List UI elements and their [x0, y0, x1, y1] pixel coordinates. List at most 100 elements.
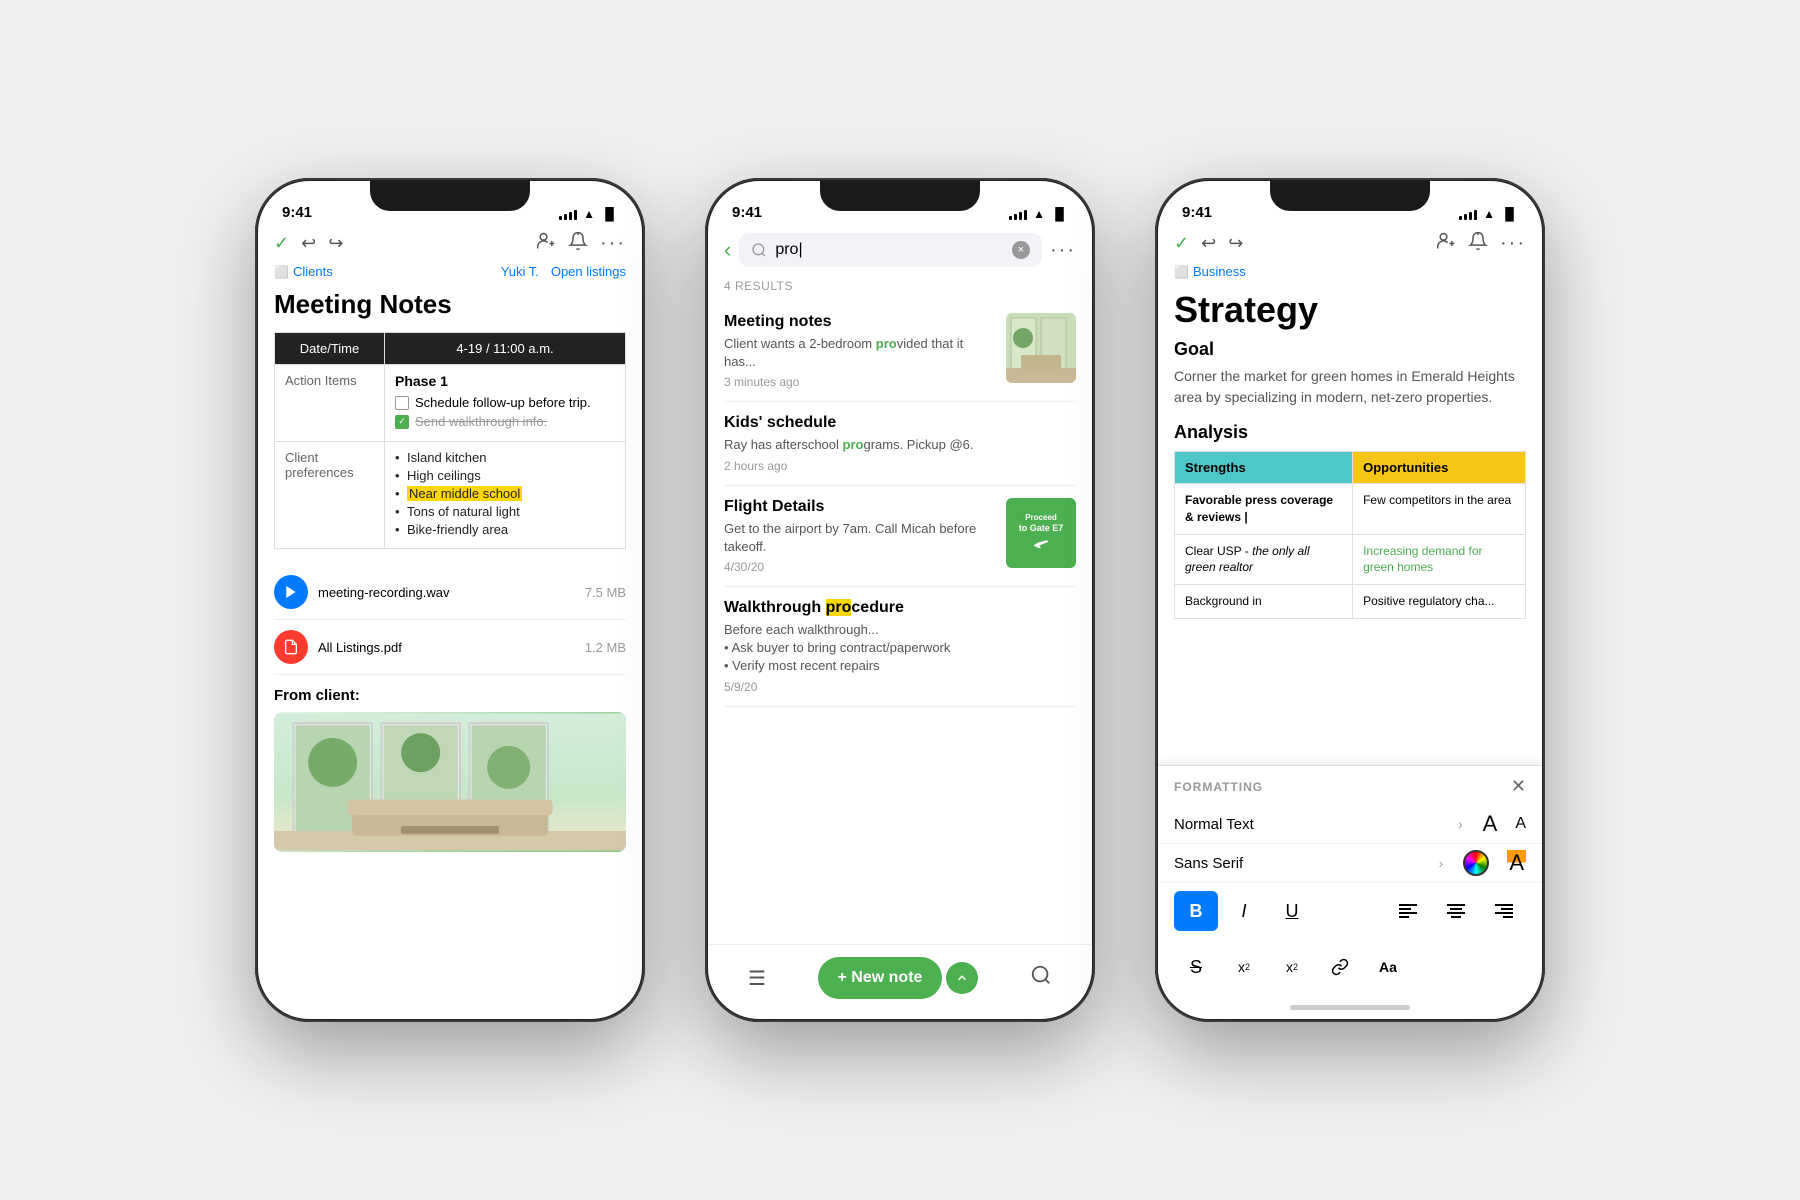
signal-bars-2 — [1009, 208, 1027, 220]
format-normal-text-label[interactable]: Normal Text — [1174, 816, 1448, 833]
audio-icon — [274, 575, 308, 609]
checklist-item-1: Schedule follow-up before trip. — [395, 395, 615, 410]
search-more-icon[interactable]: ··· — [1050, 239, 1076, 262]
search-input[interactable]: pro| — [775, 241, 1004, 259]
add-bell-icon-3[interactable] — [1468, 231, 1488, 256]
note-title: Meeting Notes — [274, 289, 626, 320]
add-person-icon-3[interactable] — [1436, 231, 1456, 256]
search-clear-button[interactable]: × — [1012, 241, 1030, 259]
breadcrumb-label-3[interactable]: Business — [1193, 264, 1246, 279]
pref-item-2: High ceilings — [395, 468, 615, 483]
back-button[interactable]: ‹ — [724, 237, 731, 263]
more-options-icon-3[interactable]: ··· — [1500, 232, 1526, 255]
chevron-button[interactable] — [946, 962, 978, 994]
align-left-button[interactable] — [1386, 891, 1430, 931]
client-image — [274, 712, 626, 852]
underline-button[interactable]: U — [1270, 891, 1314, 931]
signal-bar — [569, 212, 572, 220]
format-icon-a-small[interactable]: A — [1515, 815, 1526, 833]
formatting-close-button[interactable]: ✕ — [1511, 776, 1526, 797]
new-note-button[interactable]: + New note — [818, 957, 943, 999]
phase-label: Phase 1 — [395, 373, 615, 389]
format-sans-serif-label[interactable]: Sans Serif — [1174, 855, 1429, 872]
search-input-wrapper[interactable]: pro| × — [739, 233, 1042, 267]
result-item-4[interactable]: Walkthrough procedure Before each walkth… — [724, 587, 1076, 707]
italic-button[interactable]: I — [1222, 891, 1266, 931]
checkbox-2[interactable] — [395, 415, 409, 429]
breadcrumb-label-1[interactable]: Clients — [293, 264, 333, 279]
pref-item-1: Island kitchen — [395, 450, 615, 465]
audio-filename: meeting-recording.wav — [318, 585, 575, 600]
add-bell-icon[interactable] — [568, 231, 588, 256]
checklist-item-2: Send walkthrough info. — [395, 414, 615, 429]
action-items-content: Phase 1 Schedule follow-up before trip. … — [385, 365, 626, 442]
result-item-2[interactable]: Kids' schedule Ray has afterschool progr… — [724, 402, 1076, 485]
swot-cell-o3: Positive regulatory cha... — [1353, 585, 1526, 619]
strategy-title: Strategy — [1174, 289, 1526, 331]
attachment-pdf[interactable]: All Listings.pdf 1.2 MB — [274, 620, 626, 675]
results-count: 4 RESULTS — [708, 275, 1092, 301]
home-indicator — [1158, 995, 1542, 1019]
check-icon-3[interactable]: ✓ — [1174, 233, 1189, 254]
more-options-icon[interactable]: ··· — [600, 232, 626, 255]
redo-icon-3[interactable]: ↪ — [1228, 233, 1243, 254]
undo-icon[interactable]: ↩ — [301, 233, 316, 254]
strengths-header: Strengths — [1175, 452, 1353, 484]
undo-icon-3[interactable]: ↩ — [1201, 233, 1216, 254]
align-center-button[interactable] — [1434, 891, 1478, 931]
redo-icon[interactable]: ↪ — [328, 233, 343, 254]
add-person-icon[interactable] — [536, 231, 556, 256]
menu-icon[interactable]: ☰ — [748, 966, 766, 991]
breadcrumb-1: ⬜ Clients Yuki T. Open listings — [258, 262, 642, 285]
signal-bar — [1459, 216, 1462, 220]
status-time-3: 9:41 — [1182, 204, 1212, 221]
superscript-button[interactable]: x2 — [1222, 947, 1266, 987]
check-icon[interactable]: ✓ — [274, 233, 289, 254]
note-table: Date/Time 4-19 / 11:00 a.m. Action Items… — [274, 332, 626, 549]
breadcrumb-right: Yuki T. Open listings — [501, 264, 626, 279]
result-time-2: 2 hours ago — [724, 459, 1076, 473]
result-content-2: Kids' schedule Ray has afterschool progr… — [724, 414, 1076, 472]
result-item-3[interactable]: Flight Details Get to the airport by 7am… — [724, 486, 1076, 587]
result-snippet-3: Get to the airport by 7am. Call Micah be… — [724, 520, 994, 556]
signal-bar — [1014, 214, 1017, 220]
battery-icon-3: ▐▌ — [1501, 207, 1518, 221]
result-time-3: 4/30/20 — [724, 560, 994, 574]
signal-bar — [559, 216, 562, 220]
strikethrough-button[interactable]: S — [1174, 947, 1218, 987]
status-time-1: 9:41 — [282, 204, 312, 221]
format-icon-a-serif[interactable]: A — [1483, 811, 1498, 837]
pdf-size: 1.2 MB — [585, 640, 626, 655]
signal-bar — [564, 214, 567, 220]
checkbox-1[interactable] — [395, 396, 409, 410]
notch-2 — [820, 181, 980, 211]
result-snippet-1: Client wants a 2-bedroom provided that i… — [724, 335, 994, 371]
subscript-button[interactable]: x2 — [1270, 947, 1314, 987]
breadcrumb-listings[interactable]: Open listings — [551, 264, 626, 279]
result-content-3: Flight Details Get to the airport by 7am… — [724, 498, 994, 574]
result-thumb-1 — [1006, 313, 1076, 383]
format-icon-a-striped[interactable]: A — [1507, 850, 1526, 876]
swot-cell-s2: Clear USP - the only all green realtor — [1175, 534, 1353, 585]
search-icon — [751, 242, 767, 258]
result-title-1: Meeting notes — [724, 313, 994, 331]
search-bottom-icon[interactable] — [1030, 964, 1052, 992]
result-item-1[interactable]: Meeting notes Client wants a 2-bedroom p… — [724, 301, 1076, 402]
bold-button[interactable]: B — [1174, 891, 1218, 931]
align-right-button[interactable] — [1482, 891, 1526, 931]
link-button[interactable] — [1318, 947, 1362, 987]
signal-bar — [1019, 212, 1022, 220]
swot-cell-s1: Favorable press coverage & reviews | — [1175, 484, 1353, 535]
new-note-label: + New note — [838, 969, 923, 987]
signal-bar — [1464, 214, 1467, 220]
signal-bar — [1469, 212, 1472, 220]
pref-item-5: Bike-friendly area — [395, 522, 615, 537]
highlight-button[interactable]: Aa — [1366, 947, 1410, 987]
pdf-icon — [274, 630, 308, 664]
checklist-text-1: Schedule follow-up before trip. — [415, 395, 591, 410]
color-picker-icon[interactable] — [1463, 850, 1489, 876]
attachment-audio[interactable]: meeting-recording.wav 7.5 MB — [274, 565, 626, 620]
breadcrumb-yuki[interactable]: Yuki T. — [501, 264, 539, 279]
status-icons-1: ▲ ▐▌ — [559, 207, 618, 221]
swot-cell-s3: Background in — [1175, 585, 1353, 619]
